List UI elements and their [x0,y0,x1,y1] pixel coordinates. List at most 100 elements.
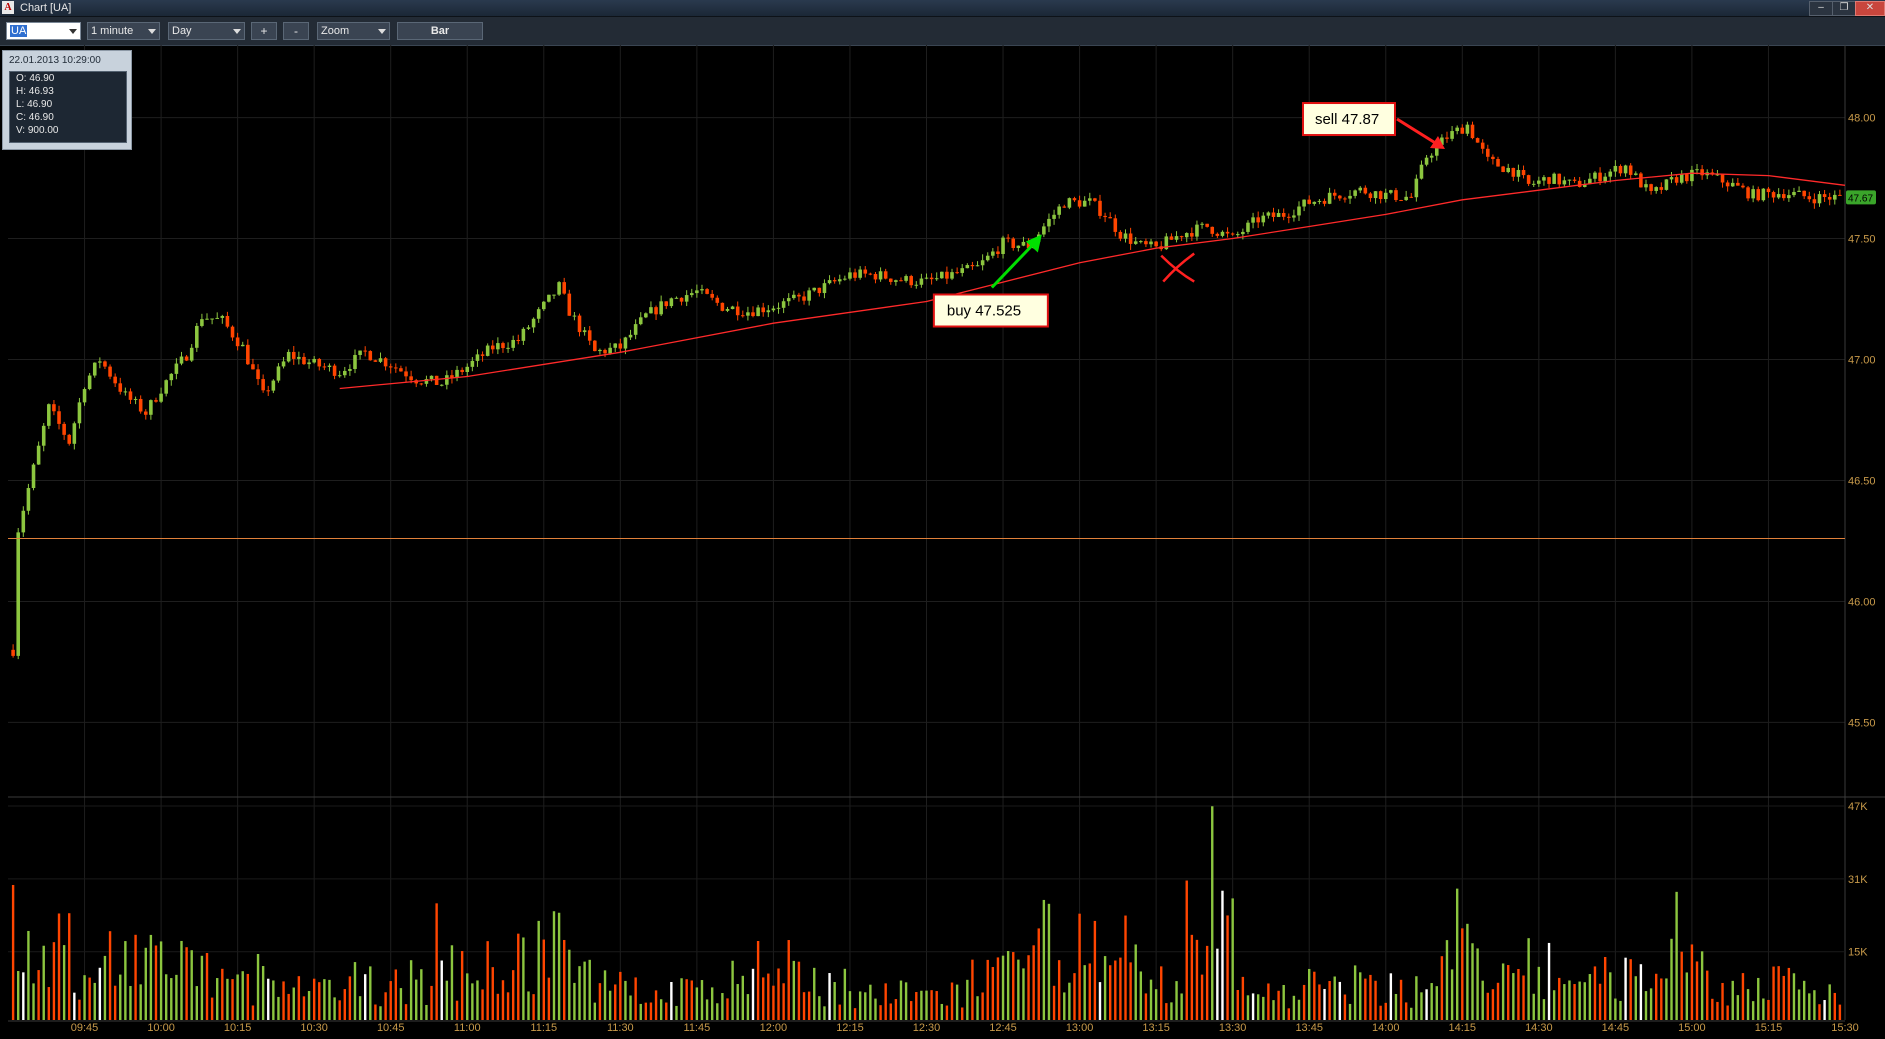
volume-bar [552,911,556,1020]
candle-body [996,251,1000,255]
volume-bar [966,979,969,1020]
candle-body [1552,173,1556,184]
candle-body [1496,159,1500,167]
candle-body [1389,190,1393,193]
candle-body [1082,200,1087,207]
sell-label: sell 47.87 [1315,111,1379,128]
candle-body [945,271,949,279]
time-tick-label: 14:45 [1602,1022,1630,1034]
volume-bar [1624,957,1627,1020]
volume-bar [1404,1002,1408,1020]
period-select[interactable]: Day [168,22,245,40]
volume-bar [1614,998,1617,1020]
candle-body [307,362,311,365]
volume-bar [807,991,811,1020]
volume-bar [246,973,250,1020]
volume-bar [1573,984,1576,1020]
candle-body [1424,157,1429,165]
volume-bar [1706,970,1709,1020]
candle-body [1220,231,1225,236]
interval-select[interactable]: 1 minute [87,22,160,40]
volume-bar [1001,955,1005,1020]
price-chart[interactable]: 45.50 46.00 46.50 47.00 47.50 48.00 15K 31K 47K… [0,45,1885,1039]
candle-body [812,287,817,291]
volume-bar [1522,975,1525,1020]
volume-bar [139,984,142,1020]
volume-bar [1420,992,1423,1020]
close-button[interactable]: ✕ [1855,1,1885,16]
candle-body [1531,183,1536,185]
volume-bar [216,978,219,1020]
candle-body [57,411,61,424]
volume-bar [578,966,581,1020]
volume-bar [1098,982,1102,1020]
volume-bar [772,985,775,1020]
candle-body [1654,187,1658,191]
volume-bar [614,984,617,1020]
candle-body [225,315,230,327]
candle-body [1674,177,1679,183]
candle-body [567,293,572,316]
candle-body [720,302,725,311]
candle-body [894,280,898,282]
candle-body [1358,187,1363,191]
volume-bar [695,987,699,1020]
volume-bar [542,939,545,1020]
volume-bar [389,981,392,1020]
candle-body [572,315,577,317]
candle-body [383,358,388,367]
candle-body [291,351,296,359]
candle-body [67,434,72,444]
volume-bar [644,1002,648,1020]
volume-bar [1542,999,1546,1020]
volume-bar [1583,982,1586,1020]
candle-body [1067,198,1072,208]
candle-body [1623,165,1628,174]
candle-body [950,272,954,279]
restore-button[interactable]: ❐ [1832,1,1856,16]
volume-bar [915,992,918,1020]
volume-bar [1435,986,1438,1020]
candle-body [1695,169,1699,171]
symbol-select[interactable]: UA [6,22,81,40]
candle-body [1480,142,1485,149]
volume-bar [32,983,35,1020]
volume-bar [1200,974,1204,1020]
volume-bar [144,947,147,1020]
candle-body [853,272,857,278]
zoom-in-button[interactable]: + [251,22,277,40]
zoom-out-button[interactable]: - [283,22,309,40]
volume-bar [639,1003,642,1020]
candle-body [965,265,970,269]
candle-body [975,265,980,267]
volume-bar [231,979,234,1020]
candle-body [1445,137,1449,139]
volume-bar [680,978,683,1020]
volume-bar [1823,1000,1826,1020]
volume-bar [557,912,561,1020]
candle-body [1460,127,1465,134]
volume-bar [318,982,321,1020]
candle-body [419,383,424,385]
candle-body [1261,215,1266,223]
candle-body [883,271,888,279]
minimize-button[interactable]: – [1809,1,1833,16]
volume-bar [685,979,688,1020]
candle-body [128,391,133,400]
volume-bar [1241,976,1245,1020]
candle-body [337,375,342,377]
candle-body [684,295,689,302]
volume-bar [27,930,30,1020]
candle-body [1348,195,1352,199]
volume-bar [83,975,86,1020]
volume-bar [1114,960,1117,1020]
candle-body [858,269,862,278]
volume-bar [1190,934,1194,1020]
volume-bar [1246,995,1250,1020]
volume-bar [1037,928,1040,1020]
candle-body [1016,245,1021,249]
zoom-select[interactable]: Zoom [317,22,390,40]
volume-bar [68,913,71,1020]
volume-bar [619,971,622,1020]
bar-chart-type-button[interactable]: Bar [397,22,483,40]
